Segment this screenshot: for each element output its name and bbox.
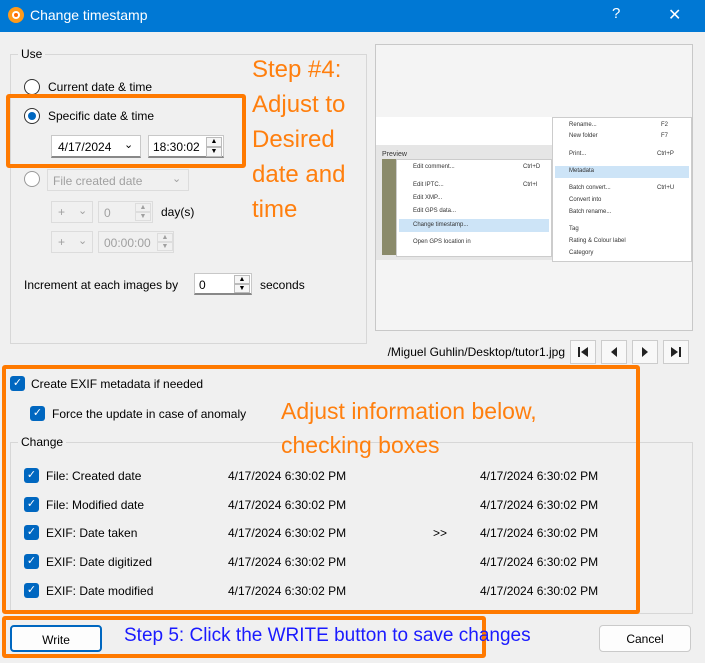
preview-menu-item: Open GPS location in [413, 239, 471, 245]
step4-highlight-box [6, 94, 246, 168]
preview-menu-item: Print... [569, 151, 587, 157]
days-sign-select[interactable]: + ⌄ [51, 201, 93, 223]
increment-spin-up-icon[interactable]: ▲ [234, 275, 250, 284]
preview-menu-item: Batch rename... [569, 209, 612, 215]
preview-menu-shortcut: Ctrl+U [657, 185, 675, 191]
chevron-down-icon: ⌄ [78, 235, 88, 247]
preview-menu-item: Tag [569, 226, 579, 232]
file-created-radio[interactable] [24, 171, 40, 187]
preview-menu-header: Preview [382, 151, 407, 158]
increment-label: Increment at each images by [24, 278, 179, 292]
current-datetime-label: Current date & time [48, 80, 153, 94]
chevron-down-icon: ⌄ [78, 205, 88, 217]
increment-unit-label: seconds [260, 278, 305, 292]
preview-menu-item: Edit GPS data... [413, 208, 457, 214]
cancel-button[interactable]: Cancel [599, 625, 691, 652]
image-preview: Preview Edit comment... Ctrl+D Edit IPTC… [375, 44, 693, 331]
preview-context-menu: Edit comment... Ctrl+D Edit IPTC... Ctrl… [396, 159, 552, 257]
days-value: 0 [104, 206, 111, 220]
preview-menu-item: Category [569, 250, 594, 256]
xnview-logo-icon [8, 7, 24, 23]
preview-menu-item: Change timestamp... [413, 222, 469, 228]
file-created-value: File created date [53, 174, 143, 188]
skip-first-icon [578, 347, 588, 357]
preview-menu-shortcut: F2 [661, 122, 669, 128]
preview-menu-shortcut: F7 [661, 133, 669, 139]
skip-last-icon [671, 347, 681, 357]
preview-menu-item: New folder [569, 133, 598, 139]
days-sign-value: + [58, 205, 66, 219]
preview-menu-shortcut: Ctrl+P [657, 151, 674, 157]
preview-white-band [376, 117, 556, 145]
help-button[interactable]: ? [612, 5, 620, 22]
previous-image-button[interactable] [601, 340, 627, 364]
file-created-select[interactable]: File created date ⌄ [47, 169, 189, 191]
use-group-label: Use [18, 47, 46, 61]
preview-menu-item: Edit comment... [413, 164, 455, 170]
preview-thumbnail-strip [382, 159, 396, 255]
increment-spin-down-icon[interactable]: ▼ [234, 284, 250, 293]
step4-annotation-line: Adjust to [252, 91, 346, 118]
first-image-button[interactable] [570, 340, 596, 364]
days-unit-label: day(s) [161, 205, 195, 219]
preview-menu-item: Rename... [569, 122, 597, 128]
current-datetime-radio[interactable] [24, 79, 40, 95]
time-offset-spin-up-icon[interactable]: ▲ [157, 233, 173, 242]
days-spin-up-icon[interactable]: ▲ [135, 203, 151, 212]
preview-menu-shortcut: Ctrl+D [523, 164, 541, 170]
time-offset-spin-down-icon[interactable]: ▼ [157, 242, 173, 251]
step5-annotation: Step 5: Click the WRITE button to save c… [124, 625, 531, 646]
preview-menu-item: Rating & Colour label [569, 238, 626, 244]
time-sign-value: + [58, 235, 66, 249]
next-image-button[interactable] [632, 340, 658, 364]
preview-menu-item: Metadata [569, 168, 595, 174]
previous-icon [611, 347, 617, 357]
preview-menu-item: Convert into [569, 197, 602, 203]
preview-right-menu: Rename... F2 New folder F7 Print... Ctrl… [552, 117, 692, 262]
step4-annotation-line: Desired [252, 126, 335, 153]
time-offset-value: 00:00:00 [104, 236, 151, 250]
next-icon [642, 347, 648, 357]
window-title: Change timestamp [30, 7, 148, 23]
chevron-down-icon: ⌄ [172, 173, 182, 185]
step4-annotation-line: Step #4: [252, 56, 342, 83]
days-spin-down-icon[interactable]: ▼ [135, 212, 151, 221]
adjust-annotation-line: Adjust information below, [281, 398, 537, 424]
time-sign-select[interactable]: + ⌄ [51, 231, 93, 253]
title-bar: Change timestamp ? ✕ [0, 0, 705, 32]
adjust-annotation-line: checking boxes [281, 432, 440, 458]
preview-menu-item: Edit IPTC... [413, 182, 444, 188]
preview-menu-shortcut: Ctrl+I [523, 182, 538, 188]
preview-menu-item: Batch convert... [569, 185, 611, 191]
preview-menu-item: Edit XMP... [413, 195, 443, 201]
close-button[interactable]: ✕ [668, 5, 681, 25]
step4-annotation-line: time [252, 196, 298, 223]
step4-annotation-line: date and [252, 161, 346, 188]
increment-value: 0 [199, 278, 206, 292]
file-path: /Miguel Guhlin/Desktop/tutor1.jpg [387, 345, 565, 359]
last-image-button[interactable] [663, 340, 689, 364]
